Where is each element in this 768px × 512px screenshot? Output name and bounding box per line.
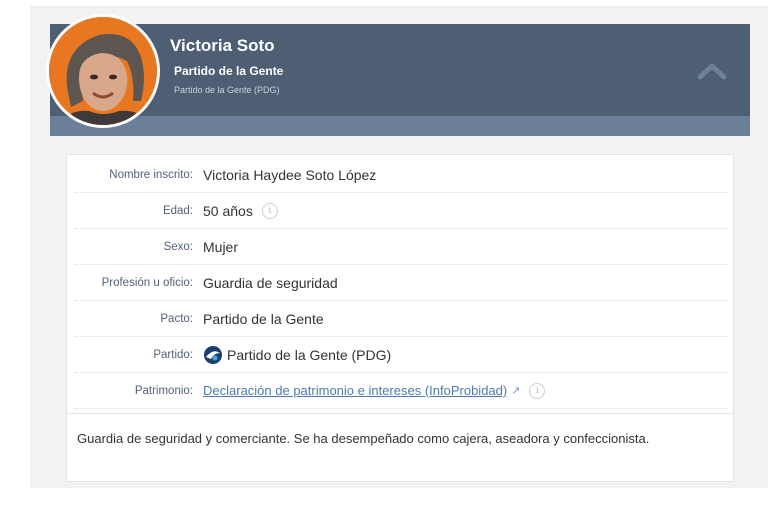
detail-value: 50 años i [203,202,278,219]
detail-row-sexo: Sexo: Mujer [75,229,727,265]
detail-label: Pacto: [160,312,193,325]
detail-value: Victoria Haydee Soto López [203,167,376,183]
info-icon[interactable]: i [529,382,546,399]
detail-value: Guardia de seguridad [203,275,338,291]
registered-name: Victoria Haydee Soto López [203,166,377,183]
candidate-party: Partido de la Gente [174,64,284,78]
detail-label: Profesión u oficio: [101,276,193,289]
candidate-party-full: Partido de la Gente (PDG) [174,85,280,95]
detail-value: Mujer [203,239,238,255]
detail-label: Patrimonio: [134,384,193,397]
detail-row-patrimonio: Patrimonio: Declaración de patrimonio e … [75,373,727,409]
external-link-icon[interactable]: ↗ [511,384,520,397]
detail-label: Edad: [162,204,193,217]
person-photo [49,17,157,125]
collapse-button[interactable] [694,58,730,82]
pact-value: Partido de la Gente [203,310,324,327]
party-logo-icon [204,345,222,364]
detail-row-partido: Partido: Partido de la Gente (PDG) [75,337,727,373]
avatar [49,17,157,125]
detail-row-profesion: Profesión u oficio: Guardia de seguridad [75,265,727,301]
party-value: Partido de la Gente (PDG) [227,346,392,363]
detail-value: Partido de la Gente (PDG) [203,345,391,365]
details-panel: Nombre inscrito: Victoria Haydee Soto Ló… [66,154,734,482]
profession-value: Guardia de seguridad [203,274,338,291]
detail-label: Nombre inscrito: [109,168,193,181]
age-value: 50 años [203,202,253,219]
info-icon[interactable]: i [261,202,278,219]
infoprobidad-link[interactable]: Declaración de patrimonio e intereses (I… [203,383,507,398]
detail-value: Partido de la Gente [203,311,324,327]
header-strip [50,116,750,136]
candidate-description: Guardia de seguridad y comerciante. Se h… [67,413,733,481]
detail-label: Sexo: [163,240,193,253]
detail-label: Partido: [153,348,193,361]
detail-value: Declaración de patrimonio e intereses (I… [203,382,546,399]
candidate-name: Victoria Soto [170,36,275,55]
detail-row-edad: Edad: 50 años i [75,193,727,229]
sex-value: Mujer [203,238,239,255]
chevron-up-icon [697,63,727,80]
detail-row-pacto: Pacto: Partido de la Gente [75,301,727,337]
detail-row-nombre: Nombre inscrito: Victoria Haydee Soto Ló… [75,157,727,193]
